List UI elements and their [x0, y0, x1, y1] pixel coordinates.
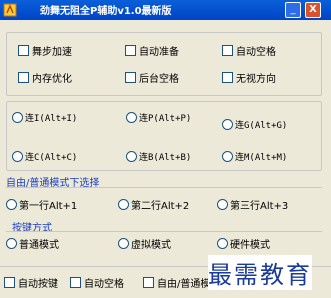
radio-circle[interactable] — [6, 199, 17, 210]
checkbox-label: 自动按键 — [18, 279, 58, 290]
radio-combo-b[interactable]: 连B(Alt+B) — [126, 150, 191, 163]
radio-circle[interactable] — [126, 112, 137, 123]
radio-combo-g[interactable]: 连G(Alt+G) — [222, 118, 287, 131]
app-icon — [3, 3, 17, 17]
radio-circle[interactable] — [118, 238, 129, 249]
checkbox-auto-key[interactable]: 自动按键 — [4, 275, 58, 290]
radio-combo-m[interactable]: 连M(Alt+M) — [222, 150, 287, 163]
checkbox-label: 自动空格 — [236, 47, 276, 58]
checkbox-label: 无视方向 — [236, 74, 276, 85]
radio-row-2[interactable]: 第二行Alt+2 — [118, 197, 189, 212]
checkbox-auto-ready[interactable]: 自动准备 — [125, 43, 179, 58]
checkbox-box[interactable] — [70, 277, 81, 288]
radio-row-1[interactable]: 第一行Alt+1 — [6, 197, 77, 212]
radio-label: 连P(Alt+P) — [139, 114, 192, 124]
radio-combo-p[interactable]: 连P(Alt+P) — [126, 111, 191, 124]
radio-circle[interactable] — [6, 238, 17, 249]
radio-label: 虚拟模式 — [131, 240, 171, 251]
minimize-button[interactable]: _ — [285, 2, 301, 18]
radio-label: 硬件模式 — [230, 240, 270, 251]
radio-hardware-mode[interactable]: 硬件模式 — [217, 236, 270, 251]
watermark-text: 最需教育 — [208, 255, 312, 290]
checkbox-dance-speedup[interactable]: 舞步加速 — [18, 43, 72, 58]
checkbox-background-space[interactable]: 后台空格 — [125, 70, 179, 85]
radio-circle[interactable] — [217, 199, 228, 210]
key-method-divider — [6, 231, 322, 232]
radio-circle[interactable] — [12, 151, 23, 162]
app-window: 劲舞无阻全P辅助v1.0最新版 _ X 舞步加速 自动准备 自动空格 内存优化 … — [0, 0, 331, 298]
checkbox-label: 自动空格 — [84, 279, 124, 290]
radio-combo-c[interactable]: 连C(Alt+C) — [12, 150, 77, 163]
checkbox-label: 自动准备 — [139, 47, 179, 58]
title-bar[interactable]: 劲舞无阻全P辅助v1.0最新版 _ X — [0, 0, 331, 20]
radio-row-3[interactable]: 第三行Alt+3 — [217, 197, 288, 212]
checkbox-label: 后台空格 — [139, 74, 179, 85]
radio-circle[interactable] — [217, 238, 228, 249]
radio-label: 连M(Alt+M) — [235, 153, 288, 163]
checkbox-box[interactable] — [143, 277, 154, 288]
checkbox-memory-optimize[interactable]: 内存优化 — [18, 70, 72, 85]
checkbox-box[interactable] — [125, 72, 136, 83]
radio-circle[interactable] — [118, 199, 129, 210]
checkbox-box[interactable] — [18, 72, 29, 83]
radio-label: 连G(Alt+G) — [235, 121, 288, 131]
checkbox-ignore-direction[interactable]: 无视方向 — [222, 70, 276, 85]
checkbox-box[interactable] — [4, 277, 15, 288]
checkbox-bottom-auto-space[interactable]: 自动空格 — [70, 275, 124, 290]
close-button[interactable]: X — [305, 2, 321, 18]
radio-label: 连C(Alt+C) — [25, 153, 78, 163]
radio-label: 第三行Alt+3 — [230, 201, 289, 212]
radio-label: 连B(Alt+B) — [139, 153, 192, 163]
radio-combo-i[interactable]: 连I(Alt+I) — [12, 111, 77, 124]
free-normal-divider — [6, 187, 322, 188]
radio-circle[interactable] — [222, 151, 233, 162]
radio-label: 第一行Alt+1 — [19, 201, 78, 212]
checkbox-box[interactable] — [18, 45, 29, 56]
radio-normal-mode[interactable]: 普通模式 — [6, 236, 59, 251]
radio-virtual-mode[interactable]: 虚拟模式 — [118, 236, 171, 251]
checkbox-box[interactable] — [222, 45, 233, 56]
checkbox-auto-space[interactable]: 自动空格 — [222, 43, 276, 58]
radio-label: 第二行Alt+2 — [131, 201, 190, 212]
radio-label: 连I(Alt+I) — [25, 114, 78, 124]
window-title: 劲舞无阻全P辅助v1.0最新版 — [40, 6, 172, 17]
options-group — [6, 32, 322, 96]
radio-circle[interactable] — [12, 112, 23, 123]
radio-label: 普通模式 — [19, 240, 59, 251]
checkbox-label: 舞步加速 — [32, 47, 72, 58]
radio-circle[interactable] — [222, 119, 233, 130]
checkbox-box[interactable] — [125, 45, 136, 56]
radio-circle[interactable] — [126, 151, 137, 162]
checkbox-label: 内存优化 — [32, 74, 72, 85]
checkbox-box[interactable] — [222, 72, 233, 83]
